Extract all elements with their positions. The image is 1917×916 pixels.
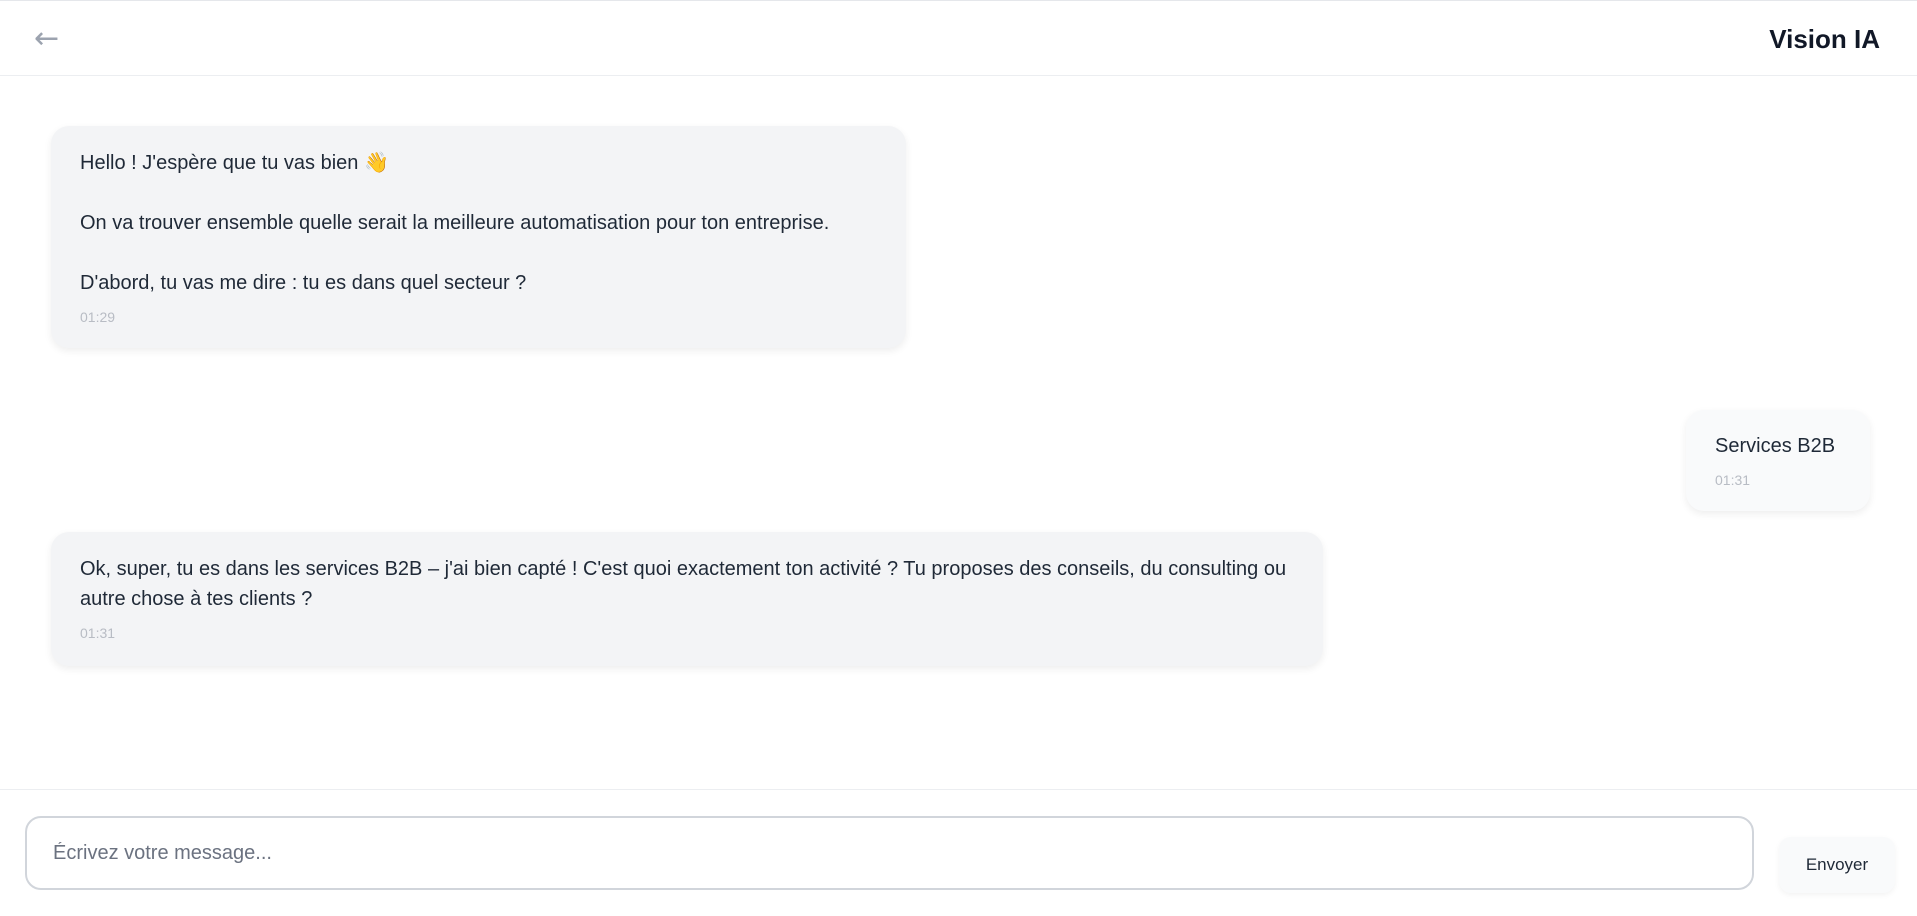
send-button[interactable]: Envoyer bbox=[1779, 837, 1895, 893]
bot-message: Ok, super, tu es dans les services B2B –… bbox=[51, 532, 1323, 666]
message-timestamp: 01:31 bbox=[80, 625, 116, 641]
message-text: On va trouver ensemble quelle serait la … bbox=[80, 212, 830, 234]
page-title: Vision IA bbox=[1769, 24, 1880, 54]
user-message: Services B2B 01:31 bbox=[1686, 410, 1870, 511]
message-input[interactable] bbox=[25, 816, 1754, 890]
message-text: Hello ! J'espère que tu vas bien 👋 bbox=[80, 152, 389, 174]
message-text: Ok, super, tu es dans les services B2B –… bbox=[80, 558, 1287, 610]
chat-header: ← Vision IA bbox=[0, 1, 1917, 76]
message-timestamp: 01:31 bbox=[1715, 472, 1751, 488]
message-text: Services B2B bbox=[1715, 435, 1836, 457]
message-timestamp: 01:29 bbox=[80, 309, 116, 325]
chat-app: ← Vision IA Hello ! J'espère que tu vas … bbox=[0, 0, 1917, 916]
message-composer: Envoyer bbox=[0, 789, 1917, 916]
message-text: D'abord, tu vas me dire : tu es dans que… bbox=[80, 272, 527, 294]
bot-message: Hello ! J'espère que tu vas bien 👋 On va… bbox=[51, 126, 906, 348]
back-arrow-icon[interactable]: ← bbox=[34, 21, 76, 57]
message-list[interactable]: Hello ! J'espère que tu vas bien 👋 On va… bbox=[0, 77, 1917, 789]
